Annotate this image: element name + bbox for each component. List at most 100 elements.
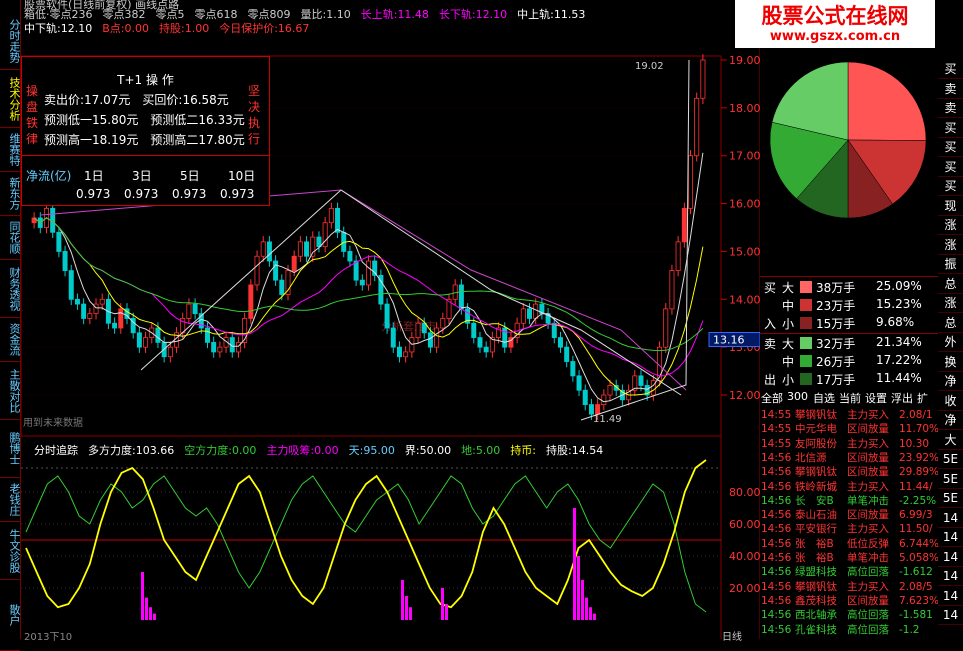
price-tick: 19.00: [729, 54, 760, 67]
tape-value: 11.44/: [899, 480, 933, 493]
right-strip-item: 涨: [938, 294, 963, 313]
hdr3-label-0: 中下轨:: [24, 22, 61, 35]
indhdr-label-1: 多方力度:: [88, 444, 136, 457]
tape-row[interactable]: 14:56 北信源 区间放量 23.92%: [761, 451, 939, 465]
right-strip-item: 大: [938, 431, 963, 450]
popup-row-1: 预测低一15.80元 预测低二16.33元: [44, 111, 254, 129]
nav-item-8[interactable]: 鹏博士: [0, 420, 21, 478]
tape-row[interactable]: 14:56 铁岭新城 主力买入 11.44/: [761, 480, 939, 494]
tape-event: 高位回落: [847, 566, 889, 579]
sell-swatch-1: [800, 355, 812, 367]
tape-row[interactable]: 14:56 孔雀科技 高位回落 -1.2: [761, 623, 939, 637]
tape-row[interactable]: 14:56 张 裕B 低位反弹 6.744%: [761, 537, 939, 551]
nav-item-4[interactable]: 同花顺: [0, 216, 21, 260]
net-val-2: 0.973: [172, 187, 207, 201]
tape-event: 低位反弹: [847, 537, 889, 550]
tape-row[interactable]: 14:56 攀钢钒钛 区间放量 29.89%: [761, 465, 939, 479]
right-strip-item: 振: [938, 255, 963, 274]
price-tick: 12.00: [729, 389, 760, 402]
tape-event: 区间放量: [847, 466, 889, 479]
nav-item-1[interactable]: 技术分析: [0, 70, 21, 128]
nav-item-2[interactable]: 维赛特: [0, 128, 21, 172]
hdr2-value-8: 11.53: [553, 8, 586, 21]
popup-row-av: 15.80元: [92, 113, 139, 127]
tape-row[interactable]: 14:56 张 裕B 单笔冲击 5.058%: [761, 551, 939, 565]
tape-tab-6[interactable]: 扩: [917, 390, 928, 406]
tape-row[interactable]: 14:56 西北轴承 高位回落 -1.581: [761, 608, 939, 622]
tape-row[interactable]: 14:56 泰山石油 区间放量 6.99/3: [761, 508, 939, 522]
nav-item-11[interactable]: 散户: [0, 580, 21, 651]
nav-item-7[interactable]: 主散对比: [0, 362, 21, 420]
tape-name: 攀钢钒钛: [795, 409, 837, 421]
popup-row-b: 预测低二: [150, 113, 199, 127]
net-col-3: 10日: [228, 169, 256, 183]
pie-slice-0: [847, 61, 927, 141]
tape-value: -1.612: [899, 566, 933, 579]
tape-event: 区间放量: [847, 594, 889, 607]
sell-label-2: 出: [764, 373, 777, 387]
tape-time: 14:56: [761, 494, 792, 507]
hdr2-label-6: 长上轨:: [360, 8, 398, 21]
nav-item-3[interactable]: 新东方: [0, 172, 21, 216]
indhdr-label-0: 分时追踪: [34, 444, 78, 457]
popup-row-b: 预测高二: [150, 133, 199, 147]
tape-tab-0[interactable]: 全部: [761, 390, 783, 406]
tape-tab-1[interactable]: 300: [787, 390, 808, 403]
buy-amount-0: 38万手: [816, 281, 856, 295]
tape-row[interactable]: 14:56 攀钢钒钛 主力买入 2.08/5: [761, 580, 939, 594]
buy-swatch-2: [800, 317, 812, 329]
tape-event: 高位回落: [847, 609, 889, 622]
right-strip: 买卖卖买买买买现涨涨振总涨总外换净收净大 5E 5E 5E 14 14 14 14 14 14: [938, 60, 963, 639]
tape-event: 主力买入: [847, 580, 889, 593]
tape-tab-2[interactable]: 自选: [813, 390, 835, 406]
tape-row[interactable]: 14:56 鑫茂科技 区间放量 7.623%: [761, 594, 939, 608]
sell-size-1: 中: [782, 355, 795, 369]
watermark-url: www.gszx.com.cn: [769, 29, 901, 44]
tape-value: -1.581: [899, 609, 933, 622]
tape-tabs: 全部 300 自选 当前 设置 浮出扩: [761, 390, 939, 406]
hdr3-label-2: 持股:: [158, 22, 185, 35]
nav-item-6[interactable]: 资金流: [0, 318, 21, 362]
tape-row[interactable]: 14:55 友阿股份 主力买入 10.30: [761, 437, 939, 451]
right-strip-item: 净: [938, 372, 963, 391]
nav-item-0[interactable]: 分时走势: [0, 12, 21, 70]
popup-row-a: 预测低一: [44, 113, 93, 127]
nav-item-9[interactable]: 老钱庄: [0, 478, 21, 522]
tape-time: 14:55: [761, 437, 792, 450]
indhdr-label-2: 空方力度:: [184, 444, 232, 457]
tape-row[interactable]: 14:55 攀钢钒钛 主力买入 2.08/1: [761, 408, 939, 422]
tape-time: 14:56: [761, 480, 792, 493]
tape-time: 14:56: [761, 580, 792, 593]
popup-row-0: 卖出价:17.07元 买回价:16.58元: [44, 91, 254, 109]
tape-row[interactable]: 14:56 绿盟科技 高位回落 -1.612: [761, 565, 939, 579]
popup-row-2: 预测高一18.19元 预测高二17.80元: [44, 131, 254, 149]
tape-value: 11.50/: [899, 523, 933, 536]
tape-time: 14:55: [761, 423, 792, 436]
tape-row[interactable]: 14:56 平安银行 主力买入 11.50/: [761, 522, 939, 536]
net-col-1: 3日: [132, 169, 152, 183]
t1-operation-panel: T+1 操 作 操盘铁律 坚决执行 卖出价:17.07元 买回价:16.58元 预测…: [21, 56, 270, 206]
tape-event: 单笔冲击: [847, 494, 889, 507]
tape-name: 鑫茂科技: [795, 594, 837, 607]
tape-row[interactable]: 14:56 长 安B 单笔冲击 -2.25%: [761, 494, 939, 508]
period-button[interactable]: 日线: [722, 628, 742, 643]
buy-label-1: 买: [764, 281, 777, 295]
tape-value: 23.92%: [899, 451, 939, 464]
nav-item-10[interactable]: 牛文诊股: [0, 522, 21, 580]
net-val-0: 0.973: [76, 187, 111, 201]
indhdr-value-4: 95.00: [363, 444, 395, 457]
hdr2-value-6: 11.48: [397, 8, 429, 21]
tape-time: 14:56: [761, 566, 792, 579]
nav-item-5[interactable]: 财务透视: [0, 260, 21, 318]
hdr2-value-5: 1.10: [326, 8, 351, 21]
sell-pct-0: 21.34%: [876, 335, 922, 349]
tape-row[interactable]: 14:55 中元华电 区间放量 11.70%: [761, 422, 939, 436]
tape-value: 2.08/1: [899, 409, 933, 421]
right-strip-item: 涨: [938, 236, 963, 255]
tape-tab-4[interactable]: 设置: [865, 390, 887, 406]
right-strip-item: 14: [938, 606, 963, 625]
tape-event: 高位回落: [847, 623, 889, 636]
sell-amount-2: 17万手: [816, 373, 856, 387]
tape-tab-3[interactable]: 当前: [839, 390, 861, 406]
tape-tab-5[interactable]: 浮出: [891, 390, 913, 406]
